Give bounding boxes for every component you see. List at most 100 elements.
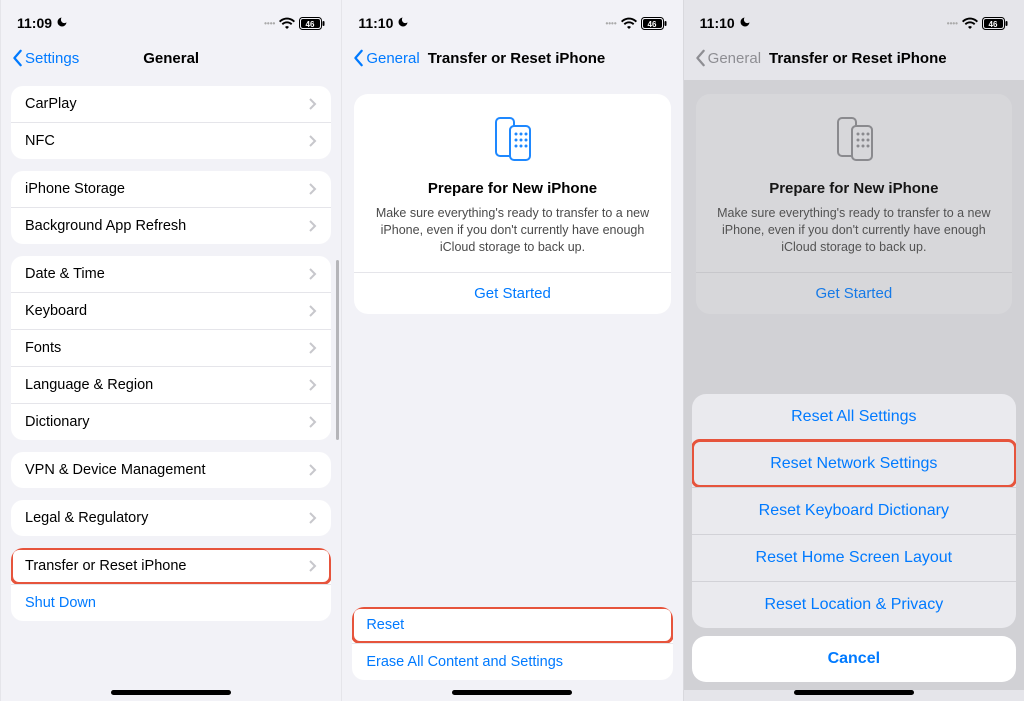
- battery-icon: 46: [299, 17, 325, 30]
- row-erase-all[interactable]: Erase All Content and Settings: [352, 643, 672, 680]
- group-vpn: VPN & Device Management: [11, 452, 331, 488]
- cellular-icon: ••••: [264, 19, 275, 28]
- row-label: Date & Time: [25, 266, 105, 282]
- sheet-reset-network[interactable]: Reset Network Settings: [692, 440, 1016, 487]
- dnd-moon-icon: [56, 15, 68, 31]
- row-iphone-storage[interactable]: iPhone Storage: [11, 171, 331, 207]
- row-keyboard[interactable]: Keyboard: [11, 292, 331, 329]
- svg-text:46: 46: [989, 20, 998, 29]
- prepare-card: Prepare for New iPhone Make sure everyth…: [354, 94, 670, 314]
- row-label: Erase All Content and Settings: [366, 654, 563, 670]
- row-legal[interactable]: Legal & Regulatory: [11, 500, 331, 536]
- cancel-button[interactable]: Cancel: [692, 636, 1016, 682]
- row-reset[interactable]: Reset: [352, 607, 672, 643]
- home-indicator[interactable]: [452, 690, 572, 695]
- group-input: Date & Time Keyboard Fonts Language & Re…: [11, 256, 331, 440]
- row-fonts[interactable]: Fonts: [11, 329, 331, 366]
- svg-text:46: 46: [647, 20, 656, 29]
- nav-title: Transfer or Reset iPhone: [769, 50, 947, 67]
- chevron-right-icon: [309, 135, 317, 147]
- status-bar: 11:10 •••• 46: [342, 0, 682, 36]
- group-connectivity: CarPlay NFC: [11, 86, 331, 159]
- chevron-right-icon: [309, 560, 317, 572]
- chevron-right-icon: [309, 512, 317, 524]
- row-label: VPN & Device Management: [25, 462, 206, 478]
- row-label: Transfer or Reset iPhone: [25, 558, 186, 574]
- cellular-icon: ••••: [605, 19, 616, 28]
- home-indicator[interactable]: [794, 690, 914, 695]
- chevron-right-icon: [309, 183, 317, 195]
- dnd-moon-icon: [739, 15, 751, 31]
- sheet-reset-location-privacy[interactable]: Reset Location & Privacy: [692, 581, 1016, 628]
- row-carplay[interactable]: CarPlay: [11, 86, 331, 122]
- chevron-right-icon: [309, 416, 317, 428]
- battery-icon: 46: [641, 17, 667, 30]
- card-title: Prepare for New iPhone: [370, 180, 654, 197]
- row-label: Reset: [366, 617, 404, 633]
- row-nfc[interactable]: NFC: [11, 122, 331, 159]
- nav-title: Transfer or Reset iPhone: [428, 50, 606, 67]
- screen-reset-sheet: 11:10 •••• 46 General Transfer or Reset …: [683, 0, 1024, 701]
- status-time: 11:10: [358, 15, 393, 31]
- card-description: Make sure everything's ready to transfer…: [370, 205, 654, 256]
- sheet-reset-all[interactable]: Reset All Settings: [692, 394, 1016, 440]
- back-button: General: [694, 49, 761, 67]
- group-reset-options: Reset Erase All Content and Settings: [352, 607, 672, 680]
- chevron-right-icon: [309, 379, 317, 391]
- row-language-region[interactable]: Language & Region: [11, 366, 331, 403]
- row-label: Shut Down: [25, 595, 96, 611]
- row-background-refresh[interactable]: Background App Refresh: [11, 207, 331, 244]
- wifi-icon: [962, 17, 978, 29]
- status-bar: 11:09 •••• 46: [1, 0, 341, 36]
- row-label: Language & Region: [25, 377, 153, 393]
- screen-transfer-reset: 11:10 •••• 46 General Transfer or Reset …: [341, 0, 682, 701]
- row-label: iPhone Storage: [25, 181, 125, 197]
- back-button[interactable]: Settings: [11, 49, 79, 67]
- group-storage: iPhone Storage Background App Refresh: [11, 171, 331, 244]
- row-date-time[interactable]: Date & Time: [11, 256, 331, 292]
- row-label: Background App Refresh: [25, 218, 186, 234]
- row-dictionary[interactable]: Dictionary: [11, 403, 331, 440]
- status-time: 11:09: [17, 15, 52, 31]
- row-label: Fonts: [25, 340, 61, 356]
- svg-text:46: 46: [306, 20, 315, 29]
- chevron-right-icon: [309, 464, 317, 476]
- scrollbar[interactable]: [336, 260, 339, 440]
- row-label: Keyboard: [25, 303, 87, 319]
- back-button[interactable]: General: [352, 49, 419, 67]
- navbar: Settings General: [1, 36, 341, 80]
- group-legal: Legal & Regulatory: [11, 500, 331, 536]
- action-sheet-overlay[interactable]: Reset All Settings Reset Network Setting…: [684, 80, 1024, 690]
- back-label: Settings: [25, 50, 79, 67]
- wifi-icon: [279, 17, 295, 29]
- sheet-reset-home-screen[interactable]: Reset Home Screen Layout: [692, 534, 1016, 581]
- navbar: General Transfer or Reset iPhone: [684, 36, 1024, 80]
- navbar: General Transfer or Reset iPhone: [342, 36, 682, 80]
- group-reset: Transfer or Reset iPhone Shut Down: [11, 548, 331, 621]
- battery-icon: 46: [982, 17, 1008, 30]
- action-sheet: Reset All Settings Reset Network Setting…: [692, 394, 1016, 628]
- chevron-right-icon: [309, 268, 317, 280]
- chevron-right-icon: [309, 98, 317, 110]
- row-transfer-reset[interactable]: Transfer or Reset iPhone: [11, 548, 331, 584]
- row-label: Legal & Regulatory: [25, 510, 148, 526]
- get-started-button[interactable]: Get Started: [354, 272, 670, 314]
- screen-general: 11:09 •••• 46 Settings General CarPlay: [0, 0, 341, 701]
- home-indicator[interactable]: [111, 690, 231, 695]
- cellular-icon: ••••: [947, 19, 958, 28]
- row-label: Dictionary: [25, 414, 89, 430]
- status-time: 11:10: [700, 15, 735, 31]
- row-vpn[interactable]: VPN & Device Management: [11, 452, 331, 488]
- row-label: CarPlay: [25, 96, 77, 112]
- back-label: General: [366, 50, 419, 67]
- chevron-right-icon: [309, 342, 317, 354]
- two-phones-icon: [486, 114, 538, 166]
- row-label: NFC: [25, 133, 55, 149]
- chevron-right-icon: [309, 220, 317, 232]
- sheet-reset-keyboard-dict[interactable]: Reset Keyboard Dictionary: [692, 487, 1016, 534]
- row-shut-down[interactable]: Shut Down: [11, 584, 331, 621]
- wifi-icon: [621, 17, 637, 29]
- chevron-right-icon: [309, 305, 317, 317]
- back-label: General: [708, 50, 761, 67]
- dnd-moon-icon: [397, 15, 409, 31]
